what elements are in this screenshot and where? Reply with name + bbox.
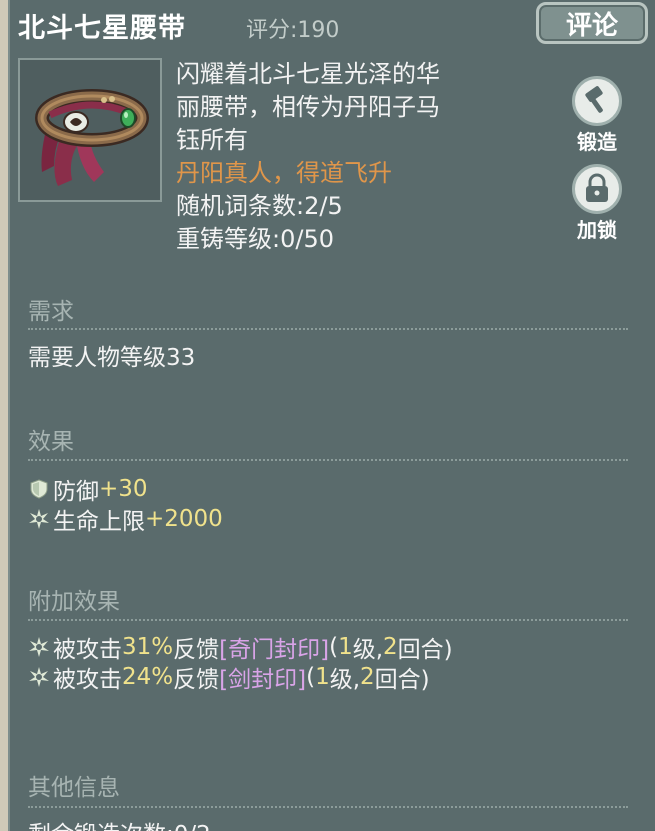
effect-paren: ( bbox=[306, 664, 316, 690]
section-title-other: 其他信息 bbox=[28, 775, 120, 801]
divider bbox=[28, 459, 628, 461]
desc-line: 钰所有 bbox=[176, 126, 248, 154]
divider bbox=[28, 328, 628, 330]
hammer-icon bbox=[572, 76, 622, 126]
effect-paren: ( bbox=[329, 634, 339, 660]
stat-value: +2000 bbox=[145, 506, 223, 532]
stat-defense: 防御 +30 bbox=[28, 472, 148, 506]
belt-icon bbox=[35, 89, 149, 186]
forge-label: 锻造 bbox=[577, 130, 617, 154]
forge-count-text: 剩余锻造次数:0/2 bbox=[28, 815, 211, 831]
effect-rounds: 2 bbox=[360, 664, 375, 690]
sparkle-icon bbox=[29, 667, 49, 687]
effect-suffix: 回合) bbox=[397, 637, 453, 663]
effect-mid: 反馈 bbox=[173, 637, 220, 663]
effect-level: 1 bbox=[338, 634, 353, 660]
effect-level-unit: 级, bbox=[352, 637, 384, 663]
stat-label: 生命上限 bbox=[53, 509, 145, 535]
effect-skill: [剑封印] bbox=[219, 667, 307, 693]
divider bbox=[28, 619, 628, 621]
set-description: 丹阳真人，得道飞升 bbox=[176, 159, 392, 187]
item-detail-panel: 北斗七星腰带 评分:190 评论 闪耀着北斗七星光泽的华 丽腰带，相传为丹阳子马… bbox=[8, 0, 655, 831]
comment-button[interactable]: 评论 bbox=[536, 2, 648, 44]
requirement-text: 需要人物等级33 bbox=[28, 345, 196, 371]
lock-label: 加锁 bbox=[577, 218, 617, 242]
effect-prefix: 被攻击 bbox=[53, 667, 122, 693]
sparkle-icon bbox=[29, 509, 49, 529]
effect-suffix: 回合) bbox=[374, 667, 430, 693]
lock-icon bbox=[572, 164, 622, 214]
effect-rounds: 2 bbox=[383, 634, 398, 660]
stat-label: 防御 bbox=[53, 479, 99, 505]
section-title-requirement: 需求 bbox=[28, 299, 74, 325]
effect-prefix: 被攻击 bbox=[53, 637, 122, 663]
lock-button[interactable]: 加锁 bbox=[566, 164, 628, 243]
effect-mid: 反馈 bbox=[173, 667, 220, 693]
desc-line: 闪耀着北斗七星光泽的华 bbox=[176, 60, 440, 88]
item-name: 北斗七星腰带 bbox=[18, 13, 186, 44]
section-title-effect: 效果 bbox=[28, 429, 74, 455]
section-title-extra-effect: 附加效果 bbox=[28, 589, 120, 615]
stat-value: +30 bbox=[99, 476, 148, 502]
item-description: 闪耀着北斗七星光泽的华 丽腰带，相传为丹阳子马 钰所有 丹阳真人，得道飞升 随机… bbox=[176, 58, 546, 256]
recast-level: 重铸等级:0/50 bbox=[176, 225, 334, 253]
effect-level: 1 bbox=[315, 664, 330, 690]
effect-skill: [奇门封印] bbox=[219, 637, 330, 663]
sparkle-icon bbox=[29, 637, 49, 657]
shield-icon bbox=[30, 479, 48, 499]
extra-effect-line: 被攻击 24% 反馈 [剑封印](1 级, 2 回合) bbox=[28, 660, 430, 694]
effect-percent: 31% bbox=[122, 634, 174, 660]
item-score: 评分:190 bbox=[246, 18, 340, 43]
stat-hp: 生命上限 +2000 bbox=[28, 502, 223, 536]
desc-line: 丽腰带，相传为丹阳子马 bbox=[176, 93, 440, 121]
divider bbox=[28, 806, 628, 808]
forge-button[interactable]: 锻造 bbox=[566, 76, 628, 155]
effect-percent: 24% bbox=[122, 664, 174, 690]
item-icon-frame bbox=[18, 58, 162, 202]
random-entries-count: 随机词条数:2/5 bbox=[176, 192, 343, 220]
effect-level-unit: 级, bbox=[329, 667, 361, 693]
extra-effect-line: 被攻击 31% 反馈 [奇门封印](1 级, 2 回合) bbox=[28, 630, 453, 664]
